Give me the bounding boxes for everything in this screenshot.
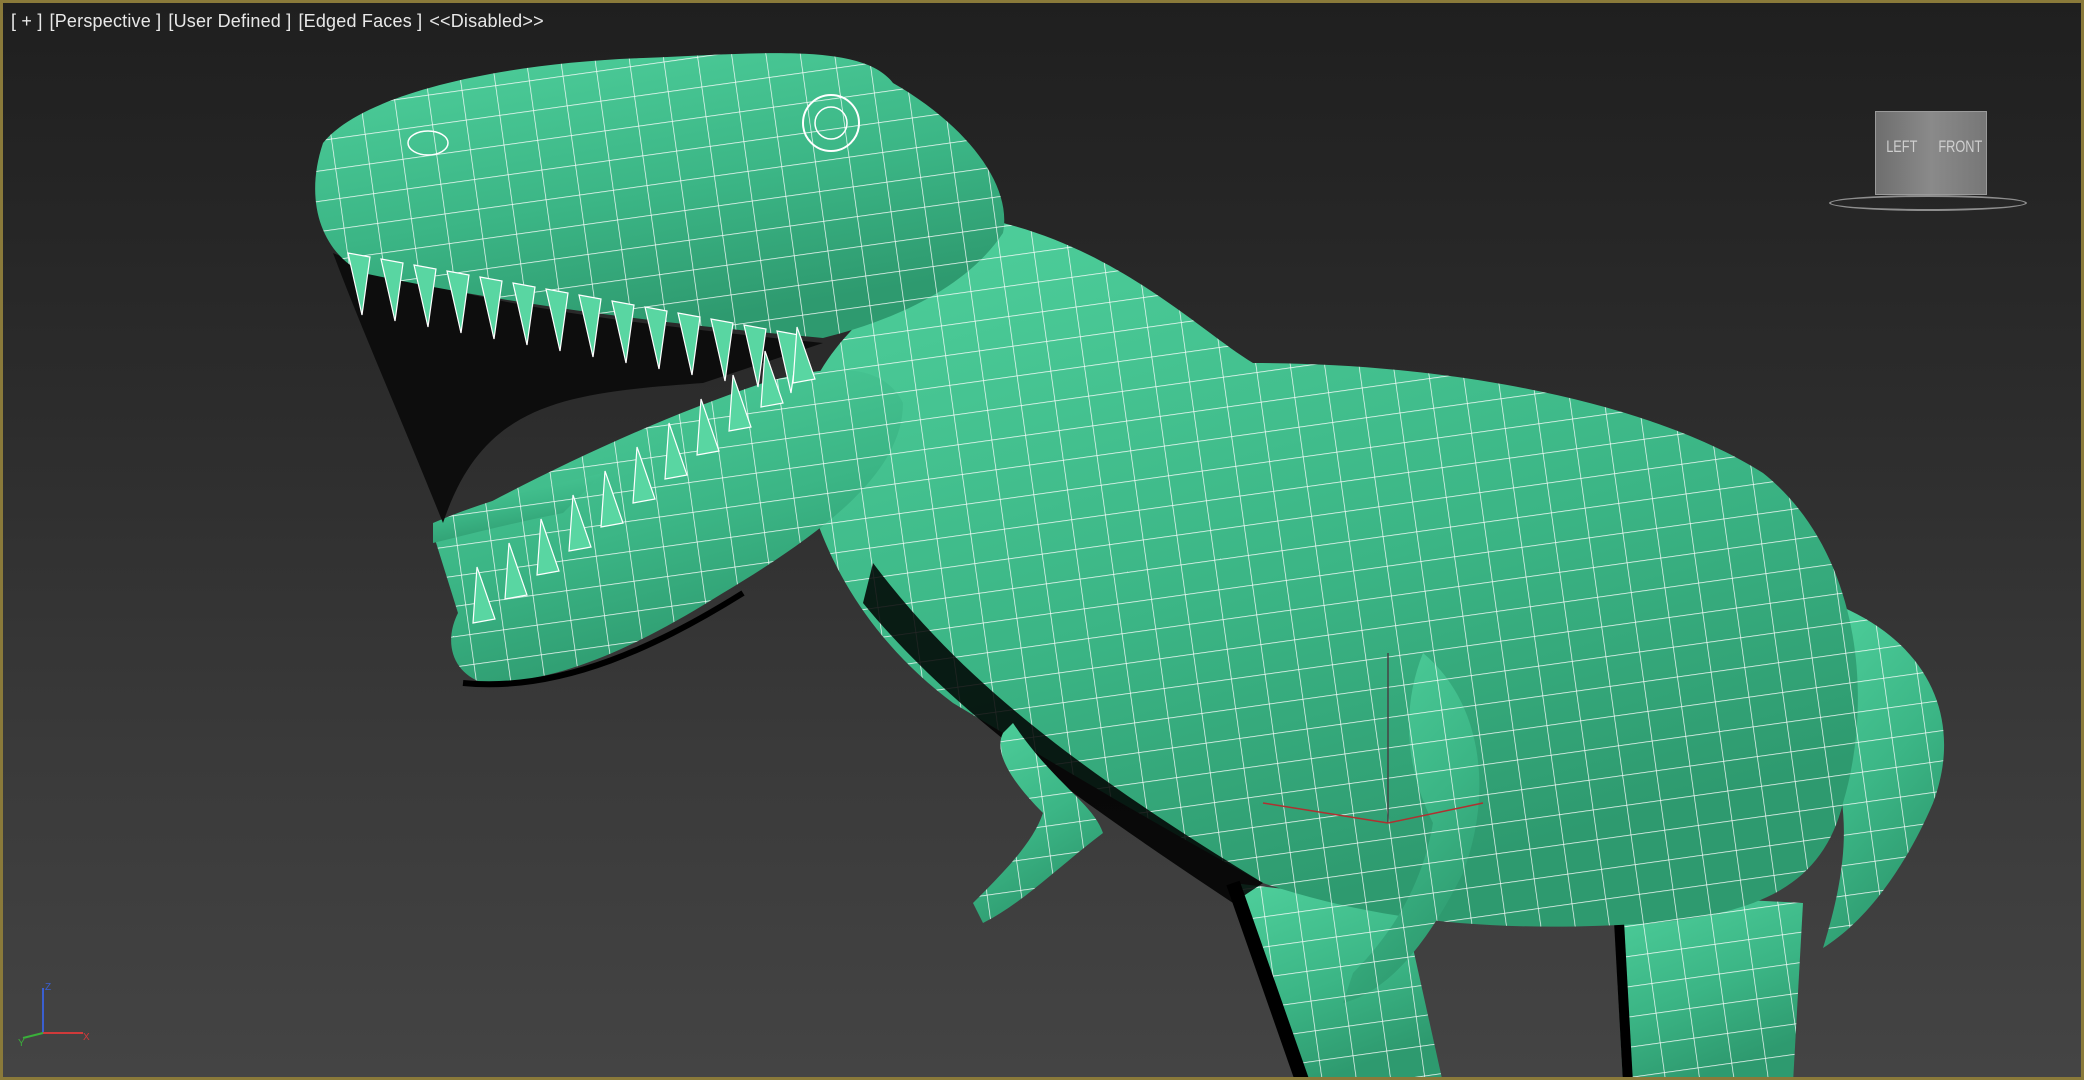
axis-z-label: Z (45, 982, 51, 993)
perspective-viewport[interactable]: [ + ] [Perspective ] [User Defined ] [Ed… (0, 0, 2084, 1080)
viewcube-front-face[interactable]: FRONT (1938, 137, 1982, 157)
axis-y-label: Y (18, 1038, 25, 1048)
axis-tripod-icon: Z Y X (18, 982, 90, 1048)
viewcube-left-face[interactable]: LEFT (1886, 137, 1917, 157)
body (799, 223, 1858, 927)
axis-x-label: X (83, 1032, 90, 1043)
trex-model[interactable] (3, 3, 2084, 1080)
viewcube-compass-ring[interactable] (1829, 195, 2027, 211)
viewcube-icon[interactable]: LEFT FRONT (1823, 103, 2033, 213)
